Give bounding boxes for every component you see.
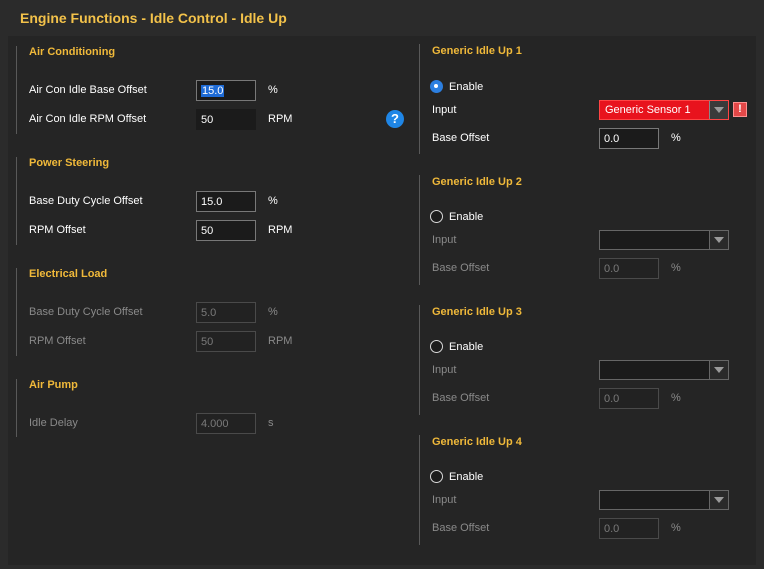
chevron-down-icon [709,361,728,379]
air-con-rpm-offset-input[interactable]: 50 [196,109,256,130]
air-pump-delay-unit: s [268,417,274,429]
section-divider [16,46,17,134]
generic-3-enable-label: Enable [449,341,484,353]
electrical-load-rpm-input[interactable]: 50 [196,331,256,352]
generic-2-base-offset-input[interactable]: 0.0 [599,258,659,279]
electrical-load-duty-label: Base Duty Cycle Offset [29,306,143,318]
air-con-base-offset-label: Air Con Idle Base Offset [29,84,147,96]
air-pump-delay-label: Idle Delay [29,417,78,429]
section-title-generic-idle-up-1: Generic Idle Up 1 [432,45,522,57]
generic-1-enable-radio[interactable] [430,80,443,93]
power-steering-rpm-input[interactable]: 50 [196,220,256,241]
electrical-load-rpm-label: RPM Offset [29,335,86,347]
section-title-generic-idle-up-3: Generic Idle Up 3 [432,306,522,318]
air-pump-delay-input[interactable]: 4.000 [196,413,256,434]
generic-4-base-offset-unit: % [671,522,681,534]
section-divider [419,435,420,545]
section-divider [419,44,420,154]
generic-2-input-dropdown[interactable] [599,230,729,250]
warning-icon: ! [733,102,747,117]
generic-4-enable-label: Enable [449,471,484,483]
power-steering-duty-label: Base Duty Cycle Offset [29,195,143,207]
generic-3-enable-radio[interactable] [430,340,443,353]
generic-1-input-dropdown[interactable]: Generic Sensor 1 [599,100,729,120]
chevron-down-icon [709,231,728,249]
chevron-down-icon [709,101,728,119]
section-title-power-steering: Power Steering [29,157,110,169]
section-title-generic-idle-up-2: Generic Idle Up 2 [432,176,522,188]
generic-2-enable-label: Enable [449,211,484,223]
air-con-base-offset-unit: % [268,84,278,96]
generic-4-input-label: Input [432,494,457,506]
section-title-air-conditioning: Air Conditioning [29,46,116,58]
generic-2-base-offset-label: Base Offset [432,262,490,274]
air-con-rpm-offset-label: Air Con Idle RPM Offset [29,113,147,125]
generic-4-enable-radio[interactable] [430,470,443,483]
chevron-down-icon [709,491,728,509]
power-steering-duty-input[interactable]: 15.0 [196,191,256,212]
help-icon[interactable]: ? [386,110,404,128]
generic-1-base-offset-unit: % [671,132,681,144]
section-divider [419,305,420,415]
generic-1-input-label: Input [432,104,457,116]
page-title: Engine Functions - Idle Control - Idle U… [20,10,287,26]
electrical-load-rpm-unit: RPM [268,335,293,347]
generic-4-input-dropdown[interactable] [599,490,729,510]
air-con-rpm-offset-unit: RPM [268,113,293,125]
section-title-air-pump: Air Pump [29,379,78,391]
power-steering-duty-unit: % [268,195,278,207]
generic-1-base-offset-input[interactable]: 0.0 [599,128,659,149]
generic-3-base-offset-label: Base Offset [432,392,490,404]
generic-1-input-value: Generic Sensor 1 [605,104,691,116]
section-divider [16,157,17,245]
section-divider [419,175,420,285]
air-con-base-offset-input[interactable]: 15.0 [196,80,256,101]
generic-1-enable-label: Enable [449,81,484,93]
generic-4-base-offset-label: Base Offset [432,522,490,534]
power-steering-rpm-label: RPM Offset [29,224,86,236]
electrical-load-duty-input[interactable]: 5.0 [196,302,256,323]
generic-3-base-offset-unit: % [671,392,681,404]
section-divider [16,268,17,356]
generic-4-base-offset-input[interactable]: 0.0 [599,518,659,539]
section-title-electrical-load: Electrical Load [29,268,108,280]
generic-1-base-offset-label: Base Offset [432,132,490,144]
power-steering-rpm-unit: RPM [268,224,293,236]
generic-3-input-label: Input [432,364,457,376]
section-title-generic-idle-up-4: Generic Idle Up 4 [432,436,522,448]
electrical-load-duty-unit: % [268,306,278,318]
generic-3-base-offset-input[interactable]: 0.0 [599,388,659,409]
generic-3-input-dropdown[interactable] [599,360,729,380]
section-divider [16,379,17,437]
generic-2-input-label: Input [432,234,457,246]
generic-2-base-offset-unit: % [671,262,681,274]
generic-2-enable-radio[interactable] [430,210,443,223]
